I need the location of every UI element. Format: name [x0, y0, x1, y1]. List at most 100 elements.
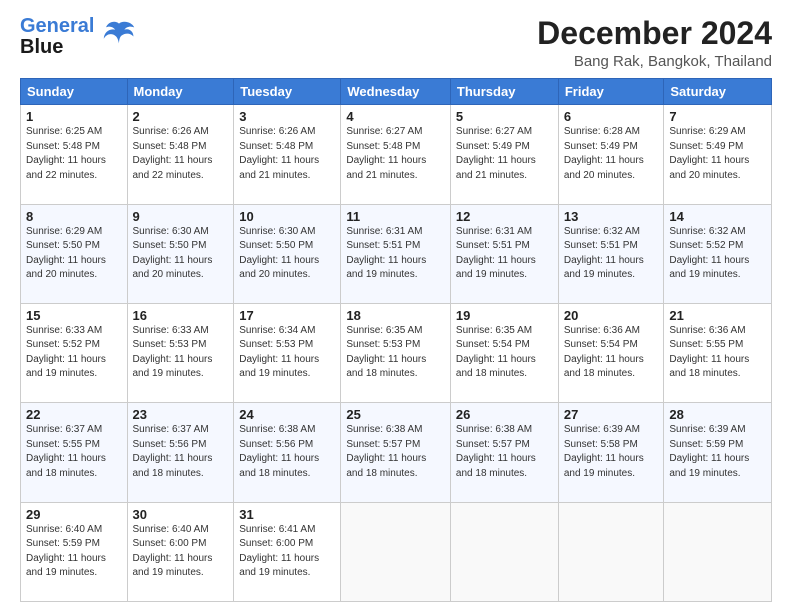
day-detail: Sunrise: 6:26 AM Sunset: 5:48 PM Dayligh… — [239, 125, 335, 183]
day-number: 3 — [239, 109, 335, 124]
calendar-week-row: 15 Sunrise: 6:33 AM Sunset: 5:52 PM Dayl… — [21, 303, 772, 402]
table-row: 30 Sunrise: 6:40 AM Sunset: 6:00 PM Dayl… — [127, 502, 234, 601]
table-row: 20 Sunrise: 6:36 AM Sunset: 5:54 PM Dayl… — [558, 303, 664, 402]
day-detail: Sunrise: 6:40 AM Sunset: 5:59 PM Dayligh… — [26, 523, 122, 581]
day-number: 26 — [456, 407, 553, 422]
day-detail: Sunrise: 6:31 AM Sunset: 5:51 PM Dayligh… — [456, 225, 553, 283]
day-detail: Sunrise: 6:28 AM Sunset: 5:49 PM Dayligh… — [564, 125, 659, 183]
calendar-week-row: 1 Sunrise: 6:25 AM Sunset: 5:48 PM Dayli… — [21, 105, 772, 204]
title-block: December 2024 Bang Rak, Bangkok, Thailan… — [537, 16, 772, 70]
day-detail: Sunrise: 6:27 AM Sunset: 5:48 PM Dayligh… — [346, 125, 445, 183]
day-detail: Sunrise: 6:36 AM Sunset: 5:54 PM Dayligh… — [564, 324, 659, 382]
day-detail: Sunrise: 6:30 AM Sunset: 5:50 PM Dayligh… — [133, 225, 229, 283]
table-row: 21 Sunrise: 6:36 AM Sunset: 5:55 PM Dayl… — [664, 303, 772, 402]
table-row: 17 Sunrise: 6:34 AM Sunset: 5:53 PM Dayl… — [234, 303, 341, 402]
day-number: 10 — [239, 209, 335, 224]
table-row: 28 Sunrise: 6:39 AM Sunset: 5:59 PM Dayl… — [664, 403, 772, 502]
day-detail: Sunrise: 6:30 AM Sunset: 5:50 PM Dayligh… — [239, 225, 335, 283]
day-detail: Sunrise: 6:39 AM Sunset: 5:59 PM Dayligh… — [669, 423, 766, 481]
day-detail: Sunrise: 6:35 AM Sunset: 5:53 PM Dayligh… — [346, 324, 445, 382]
table-row — [341, 502, 451, 601]
day-number: 13 — [564, 209, 659, 224]
day-detail: Sunrise: 6:31 AM Sunset: 5:51 PM Dayligh… — [346, 225, 445, 283]
logo-text: General — [20, 16, 94, 37]
table-row: 18 Sunrise: 6:35 AM Sunset: 5:53 PM Dayl… — [341, 303, 451, 402]
day-number: 27 — [564, 407, 659, 422]
table-row: 25 Sunrise: 6:38 AM Sunset: 5:57 PM Dayl… — [341, 403, 451, 502]
day-detail: Sunrise: 6:37 AM Sunset: 5:56 PM Dayligh… — [133, 423, 229, 481]
table-row — [558, 502, 664, 601]
table-row: 26 Sunrise: 6:38 AM Sunset: 5:57 PM Dayl… — [450, 403, 558, 502]
day-detail: Sunrise: 6:38 AM Sunset: 5:57 PM Dayligh… — [346, 423, 445, 481]
table-row: 5 Sunrise: 6:27 AM Sunset: 5:49 PM Dayli… — [450, 105, 558, 204]
table-row: 24 Sunrise: 6:38 AM Sunset: 5:56 PM Dayl… — [234, 403, 341, 502]
day-detail: Sunrise: 6:27 AM Sunset: 5:49 PM Dayligh… — [456, 125, 553, 183]
table-row: 13 Sunrise: 6:32 AM Sunset: 5:51 PM Dayl… — [558, 204, 664, 303]
table-row: 8 Sunrise: 6:29 AM Sunset: 5:50 PM Dayli… — [21, 204, 128, 303]
table-row: 15 Sunrise: 6:33 AM Sunset: 5:52 PM Dayl… — [21, 303, 128, 402]
calendar-week-row: 29 Sunrise: 6:40 AM Sunset: 5:59 PM Dayl… — [21, 502, 772, 601]
day-number: 6 — [564, 109, 659, 124]
day-detail: Sunrise: 6:33 AM Sunset: 5:52 PM Dayligh… — [26, 324, 122, 382]
day-detail: Sunrise: 6:37 AM Sunset: 5:55 PM Dayligh… — [26, 423, 122, 481]
col-monday: Monday — [127, 79, 234, 105]
day-number: 18 — [346, 308, 445, 323]
day-detail: Sunrise: 6:41 AM Sunset: 6:00 PM Dayligh… — [239, 523, 335, 581]
table-row: 2 Sunrise: 6:26 AM Sunset: 5:48 PM Dayli… — [127, 105, 234, 204]
day-number: 31 — [239, 507, 335, 522]
day-number: 9 — [133, 209, 229, 224]
day-detail: Sunrise: 6:29 AM Sunset: 5:49 PM Dayligh… — [669, 125, 766, 183]
table-row: 16 Sunrise: 6:33 AM Sunset: 5:53 PM Dayl… — [127, 303, 234, 402]
calendar-header-row: Sunday Monday Tuesday Wednesday Thursday… — [21, 79, 772, 105]
table-row: 6 Sunrise: 6:28 AM Sunset: 5:49 PM Dayli… — [558, 105, 664, 204]
table-row: 1 Sunrise: 6:25 AM Sunset: 5:48 PM Dayli… — [21, 105, 128, 204]
table-row: 27 Sunrise: 6:39 AM Sunset: 5:58 PM Dayl… — [558, 403, 664, 502]
day-detail: Sunrise: 6:38 AM Sunset: 5:56 PM Dayligh… — [239, 423, 335, 481]
page: General Blue December 2024 Bang Rak, Ban… — [0, 0, 792, 612]
table-row: 22 Sunrise: 6:37 AM Sunset: 5:55 PM Dayl… — [21, 403, 128, 502]
table-row — [450, 502, 558, 601]
day-number: 1 — [26, 109, 122, 124]
logo: General Blue — [20, 16, 138, 58]
day-number: 14 — [669, 209, 766, 224]
table-row — [664, 502, 772, 601]
day-detail: Sunrise: 6:32 AM Sunset: 5:51 PM Dayligh… — [564, 225, 659, 283]
day-number: 4 — [346, 109, 445, 124]
calendar-table: Sunday Monday Tuesday Wednesday Thursday… — [20, 78, 772, 602]
day-number: 19 — [456, 308, 553, 323]
day-detail: Sunrise: 6:32 AM Sunset: 5:52 PM Dayligh… — [669, 225, 766, 283]
day-detail: Sunrise: 6:35 AM Sunset: 5:54 PM Dayligh… — [456, 324, 553, 382]
day-detail: Sunrise: 6:26 AM Sunset: 5:48 PM Dayligh… — [133, 125, 229, 183]
table-row: 19 Sunrise: 6:35 AM Sunset: 5:54 PM Dayl… — [450, 303, 558, 402]
day-number: 28 — [669, 407, 766, 422]
table-row: 11 Sunrise: 6:31 AM Sunset: 5:51 PM Dayl… — [341, 204, 451, 303]
day-number: 7 — [669, 109, 766, 124]
day-number: 11 — [346, 209, 445, 224]
logo-blue: Blue — [20, 37, 94, 58]
col-sunday: Sunday — [21, 79, 128, 105]
table-row: 7 Sunrise: 6:29 AM Sunset: 5:49 PM Dayli… — [664, 105, 772, 204]
day-detail: Sunrise: 6:25 AM Sunset: 5:48 PM Dayligh… — [26, 125, 122, 183]
header: General Blue December 2024 Bang Rak, Ban… — [20, 16, 772, 70]
day-number: 16 — [133, 308, 229, 323]
col-thursday: Thursday — [450, 79, 558, 105]
day-number: 20 — [564, 308, 659, 323]
day-detail: Sunrise: 6:36 AM Sunset: 5:55 PM Dayligh… — [669, 324, 766, 382]
main-title: December 2024 — [537, 16, 772, 51]
day-number: 17 — [239, 308, 335, 323]
table-row: 31 Sunrise: 6:41 AM Sunset: 6:00 PM Dayl… — [234, 502, 341, 601]
day-number: 23 — [133, 407, 229, 422]
day-detail: Sunrise: 6:33 AM Sunset: 5:53 PM Dayligh… — [133, 324, 229, 382]
table-row: 9 Sunrise: 6:30 AM Sunset: 5:50 PM Dayli… — [127, 204, 234, 303]
day-detail: Sunrise: 6:39 AM Sunset: 5:58 PM Dayligh… — [564, 423, 659, 481]
table-row: 23 Sunrise: 6:37 AM Sunset: 5:56 PM Dayl… — [127, 403, 234, 502]
day-number: 22 — [26, 407, 122, 422]
day-number: 12 — [456, 209, 553, 224]
calendar-week-row: 22 Sunrise: 6:37 AM Sunset: 5:55 PM Dayl… — [21, 403, 772, 502]
table-row: 12 Sunrise: 6:31 AM Sunset: 5:51 PM Dayl… — [450, 204, 558, 303]
calendar-week-row: 8 Sunrise: 6:29 AM Sunset: 5:50 PM Dayli… — [21, 204, 772, 303]
table-row: 4 Sunrise: 6:27 AM Sunset: 5:48 PM Dayli… — [341, 105, 451, 204]
day-number: 21 — [669, 308, 766, 323]
table-row: 10 Sunrise: 6:30 AM Sunset: 5:50 PM Dayl… — [234, 204, 341, 303]
day-number: 30 — [133, 507, 229, 522]
